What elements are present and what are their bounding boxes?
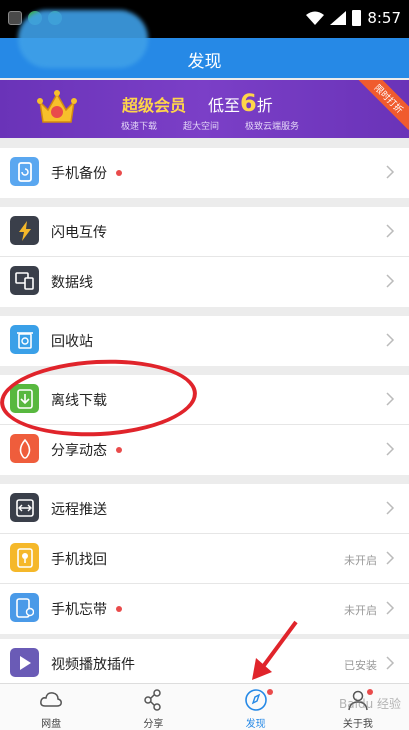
menu-group: 手机备份 [0,148,409,198]
phone-find-icon [10,543,39,572]
chevron-right-icon [386,274,395,288]
menu-item-label: 回收站 [51,334,93,350]
chevron-right-icon [386,442,395,456]
remote-push-icon [10,493,39,522]
menu-item-label: 视频播放插件 [51,657,135,673]
vip-label: 超级会员 [122,96,187,115]
chevron-right-icon [386,392,395,406]
menu-group: 远程推送 手机找回 未开启 手机忘带 未开启 [0,484,409,634]
menu-item-recycle-bin[interactable]: 回收站 [0,316,409,366]
vip-banner[interactable]: 超级会员 低至6折 极速下载 超大空间 极致云端服务 限时打折 [0,80,409,138]
chevron-right-icon [386,333,395,347]
new-dot [266,689,273,695]
menu-item-remote-push[interactable]: 远程推送 [0,484,409,534]
phone-forget-icon [10,593,39,622]
menu-item-phone-find[interactable]: 手机找回 未开启 [0,534,409,584]
lightning-icon [10,216,39,245]
menu-item-flash-transfer[interactable]: 闪电互传 [0,207,409,257]
signal-icon [330,11,347,25]
feature-item: 极速下载 [121,122,158,132]
clock: 8:57 [367,9,401,27]
menu-item-label: 数据线 [51,275,93,291]
offline-download-icon [10,384,39,413]
share-icon [144,689,162,711]
tab-netdisk[interactable]: 网盘 [0,684,102,730]
menu-group: 视频播放插件 已安装 [0,639,409,683]
tab-label: 发现 [245,719,266,730]
menu-item-label: 远程推送 [51,502,107,518]
data-cable-icon [10,266,39,295]
limited-discount-ribbon: 限时打折 [357,80,409,130]
menu-item-phone-forget[interactable]: 手机忘带 未开启 [0,584,409,634]
menu-item-share-feed[interactable]: 分享动态 [0,425,409,475]
menu-group: 离线下载 分享动态 [0,375,409,475]
discount-text: 低至6折 [208,89,273,117]
watermark: Baidu 经验 [339,697,401,711]
phone-backup-icon [10,157,39,186]
menu-item-label: 手机备份 [51,166,107,182]
menu-item-data-cable[interactable]: 数据线 [0,257,409,307]
new-dot [116,170,122,176]
tab-share[interactable]: 分享 [102,684,204,730]
tab-discover[interactable]: 发现 [205,684,307,730]
chevron-right-icon [386,551,395,565]
feature-item: 极致云端服务 [245,122,300,132]
menu-item-label: 手机找回 [51,552,107,568]
menu-item-label: 分享动态 [51,443,107,459]
chevron-right-icon [386,656,395,670]
cloud-icon [40,692,63,707]
crown-icon [37,90,77,123]
chevron-right-icon [386,165,395,179]
blurred-account-avatar[interactable] [18,10,148,68]
menu-item-video-plugin[interactable]: 视频播放插件 已安装 [0,639,409,683]
feature-item: 超大空间 [183,122,220,132]
status-text: 未开启 [344,554,377,567]
tab-label: 关于我 [342,719,373,730]
tab-label: 分享 [143,719,164,730]
compass-icon [244,689,267,711]
chevron-right-icon [386,501,395,515]
status-text: 已安装 [344,659,377,672]
new-dot [116,447,122,453]
status-text: 未开启 [344,604,377,617]
chevron-right-icon [386,601,395,615]
app-notification-icon [8,11,22,25]
share-feed-icon [10,434,39,463]
menu-item-phone-backup[interactable]: 手机备份 [0,148,409,198]
menu-group: 回收站 [0,316,409,366]
menu-item-label: 手机忘带 [51,602,107,618]
new-dot [116,606,122,612]
menu-group: 闪电互传 数据线 [0,207,409,307]
battery-icon [352,10,362,26]
menu-item-label: 离线下载 [51,393,107,409]
recycle-bin-icon [10,325,39,354]
menu-item-label: 闪电互传 [51,225,107,241]
wifi-icon [306,11,325,25]
video-player-icon [10,648,39,677]
chevron-right-icon [386,224,395,238]
tab-label: 网盘 [41,719,62,730]
vip-features: 极速下载 超大空间 极致云端服务 [121,119,299,132]
menu-item-offline-download[interactable]: 离线下载 [0,375,409,425]
